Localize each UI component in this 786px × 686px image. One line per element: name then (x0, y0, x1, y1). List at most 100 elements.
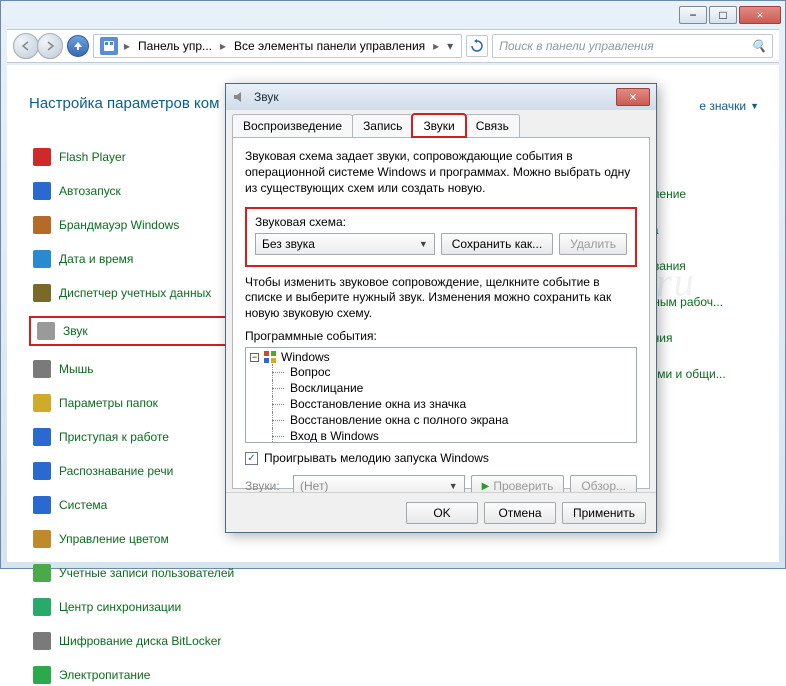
save-as-label: Сохранить как... (452, 237, 542, 251)
collapse-icon[interactable]: − (250, 353, 259, 362)
delete-button: Удалить (559, 233, 627, 255)
tab-0[interactable]: Воспроизведение (232, 114, 353, 137)
nav-back-button[interactable] (13, 33, 39, 59)
arrow-left-icon (21, 41, 31, 51)
dialog-title: Звук (254, 90, 616, 104)
cp-item-8[interactable]: Приступая к работе (29, 426, 249, 448)
sound-dialog: Звук ✕ ВоспроизведениеЗаписьЗвукиСвязь З… (225, 83, 657, 533)
cp-item-1[interactable]: Автозапуск (29, 180, 249, 202)
startup-sound-label: Проигрывать мелодию запуска Windows (264, 451, 489, 465)
cp-item-5[interactable]: Звук (29, 316, 249, 346)
refresh-button[interactable] (466, 35, 488, 57)
speaker-icon (232, 89, 248, 105)
tab-2[interactable]: Звуки (412, 114, 465, 137)
tree-item-2[interactable]: Восстановление окна из значка (250, 396, 632, 412)
tree-root[interactable]: − Windows (250, 350, 632, 364)
breadcrumb[interactable]: ▸ Панель упр... ▸ Все элементы панели уп… (93, 34, 462, 58)
minimize-button[interactable]: − (679, 6, 707, 24)
nav-forward-button[interactable] (37, 33, 63, 59)
cp-item-icon (33, 182, 51, 200)
cp-item-13[interactable]: Центр синхронизации (29, 596, 249, 618)
breadcrumb-sep-icon: ▸ (122, 39, 132, 53)
cp-item-icon (37, 322, 55, 340)
apply-label: Применить (573, 506, 635, 520)
events-hint: Чтобы изменить звуковое сопровождение, щ… (245, 275, 637, 322)
cp-item-icon (33, 284, 51, 302)
cp-item-label: Система (59, 498, 107, 512)
ok-label: OK (433, 506, 450, 520)
close-button[interactable]: × (739, 6, 781, 24)
control-panel-icon (100, 37, 118, 55)
cancel-button[interactable]: Отмена (484, 502, 556, 524)
chevron-down-icon: ▼ (419, 239, 428, 249)
cp-item-icon (33, 394, 51, 412)
cp-item-4[interactable]: Диспетчер учетных данных (29, 282, 249, 304)
tab-panel: Звуковая схема задает звуки, сопровождаю… (232, 137, 650, 489)
dialog-tabs: ВоспроизведениеЗаписьЗвукиСвязь (226, 110, 656, 137)
cp-item-icon (33, 496, 51, 514)
breadcrumb-dropdown-icon[interactable]: ▾ (441, 39, 459, 53)
cp-item-0[interactable]: Flash Player (29, 146, 249, 168)
cp-item-12[interactable]: Учетные записи пользователей (29, 562, 249, 584)
explorer-window: − □ × ▸ Панель упр... ▸ Все элементы пан… (0, 0, 786, 569)
cp-item-label: Автозапуск (59, 184, 121, 198)
checkbox-icon[interactable]: ✓ (245, 452, 258, 465)
cp-item-7[interactable]: Параметры папок (29, 392, 249, 414)
chevron-down-icon: ▼ (750, 101, 759, 111)
breadcrumb-seg-0[interactable]: Панель упр... (132, 35, 218, 57)
startup-sound-row[interactable]: ✓ Проигрывать мелодию запуска Windows (245, 451, 637, 465)
close-icon: × (756, 8, 763, 22)
save-as-button[interactable]: Сохранить как... (441, 233, 553, 255)
cp-item-label: Центр синхронизации (59, 600, 181, 614)
cp-item-15[interactable]: Электропитание (29, 664, 249, 686)
cp-item-label: Управление цветом (59, 532, 169, 546)
ok-button[interactable]: OK (406, 502, 478, 524)
cp-item-icon (33, 216, 51, 234)
cp-item-icon (33, 250, 51, 268)
tab-1[interactable]: Запись (352, 114, 413, 137)
search-placeholder: Поиск в панели управления (499, 39, 654, 53)
breadcrumb-seg-1[interactable]: Все элементы панели управления (228, 35, 431, 57)
play-icon: ▶ (482, 481, 490, 492)
tree-item-1[interactable]: Восклицание (250, 380, 632, 396)
scheme-group: Звуковая схема: Без звука▼ Сохранить как… (245, 207, 637, 267)
nav-up-button[interactable] (67, 35, 89, 57)
breadcrumb-sep-icon: ▸ (431, 39, 441, 53)
apply-button[interactable]: Применить (562, 502, 646, 524)
cp-item-10[interactable]: Система (29, 494, 249, 516)
view-mode-link[interactable]: е значки▼ (699, 99, 759, 113)
tree-item-4[interactable]: Вход в Windows (250, 428, 632, 443)
dialog-titlebar[interactable]: Звук ✕ (226, 84, 656, 110)
chevron-down-icon: ▼ (449, 481, 458, 491)
dialog-close-button[interactable]: ✕ (616, 88, 650, 106)
refresh-icon (470, 39, 484, 53)
tab-3[interactable]: Связь (465, 114, 520, 137)
cp-item-icon (33, 530, 51, 548)
cp-item-label: Распознавание речи (59, 464, 173, 478)
control-panel-list: Flash Player Автозапуск Брандмауэр Windows… (29, 146, 249, 686)
cp-item-label: Параметры папок (59, 396, 158, 410)
cp-item-2[interactable]: Брандмауэр Windows (29, 214, 249, 236)
tree-item-3[interactable]: Восстановление окна с полного экрана (250, 412, 632, 428)
minimize-icon: − (689, 8, 696, 22)
window-titlebar: − □ × (1, 1, 785, 29)
events-label: Программные события: (245, 329, 637, 343)
windows-icon (263, 350, 277, 364)
tree-item-0[interactable]: Вопрос (250, 364, 632, 380)
cp-item-11[interactable]: Управление цветом (29, 528, 249, 550)
cp-item-6[interactable]: Мышь (29, 358, 249, 380)
events-tree[interactable]: − Windows ВопросВосклицаниеВосстановлени… (245, 347, 637, 443)
cp-item-label: Flash Player (59, 150, 126, 164)
cp-item-3[interactable]: Дата и время (29, 248, 249, 270)
maximize-icon: □ (719, 8, 726, 22)
search-input[interactable]: Поиск в панели управления 🔍 (492, 34, 773, 58)
scheme-label: Звуковая схема: (255, 215, 627, 229)
arrow-right-icon (45, 41, 55, 51)
cp-item-label: Диспетчер учетных данных (59, 286, 211, 300)
scheme-combo[interactable]: Без звука▼ (255, 233, 435, 255)
cp-item-icon (33, 428, 51, 446)
cp-item-14[interactable]: Шифрование диска BitLocker (29, 630, 249, 652)
cp-item-9[interactable]: Распознавание речи (29, 460, 249, 482)
scheme-description: Звуковая схема задает звуки, сопровождаю… (245, 148, 637, 197)
maximize-button[interactable]: □ (709, 6, 737, 24)
